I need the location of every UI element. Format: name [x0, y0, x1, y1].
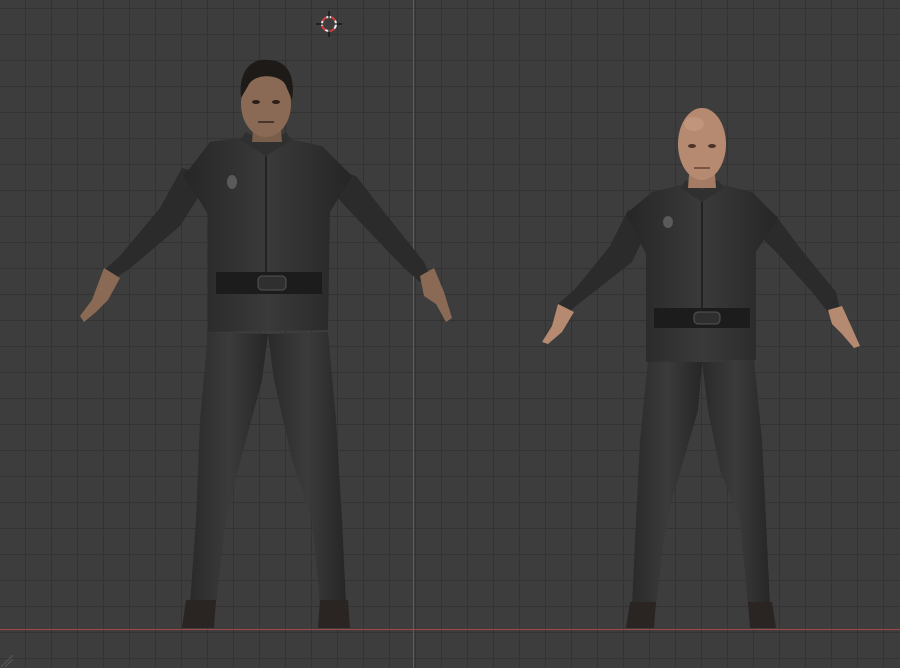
bald-character-model[interactable] — [0, 0, 900, 668]
3d-viewport[interactable] — [0, 0, 900, 668]
corner-handle-icon[interactable] — [0, 654, 14, 668]
